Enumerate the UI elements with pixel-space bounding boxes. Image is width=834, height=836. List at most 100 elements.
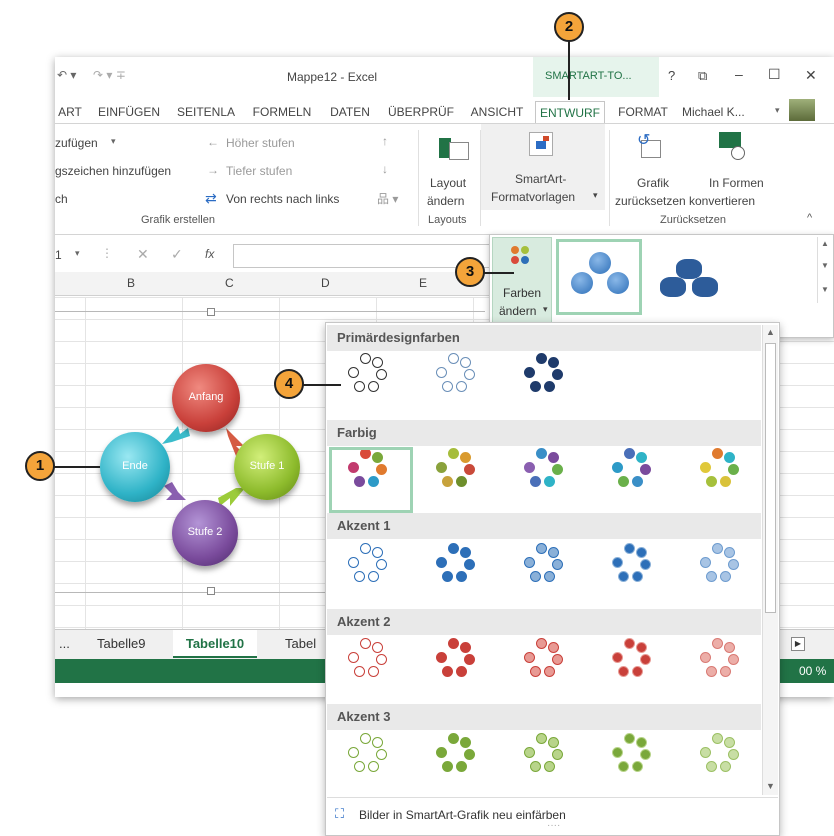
- color-swatch[interactable]: [610, 638, 660, 688]
- move-down-icon[interactable]: ↓: [382, 162, 388, 176]
- sheet-tab-tabel[interactable]: Tabel: [285, 630, 316, 658]
- enter-icon[interactable]: ✓: [171, 246, 183, 263]
- color-swatch[interactable]: [434, 543, 484, 593]
- tab-format[interactable]: FORMAT: [611, 101, 675, 123]
- swatch-dot: [712, 733, 723, 744]
- cancel-icon[interactable]: ✕: [137, 246, 149, 263]
- color-swatch[interactable]: [698, 733, 748, 783]
- ribbon-display-icon[interactable]: ⧉: [698, 68, 707, 84]
- change-colors-button[interactable]: Farben ändern ▾: [492, 237, 552, 323]
- color-swatch[interactable]: [346, 353, 396, 403]
- convert-shapes-label2[interactable]: konvertieren: [689, 194, 755, 208]
- help-icon[interactable]: ?: [668, 68, 675, 83]
- tab-daten[interactable]: DATEN: [322, 101, 378, 123]
- add-bullet-button[interactable]: gszeichen hinzufügen: [55, 164, 171, 178]
- close-icon[interactable]: ✕: [805, 67, 817, 84]
- color-swatch[interactable]: [434, 638, 484, 688]
- color-swatch[interactable]: [522, 638, 572, 688]
- swatch-dot: [464, 559, 475, 570]
- swatch-dot: [530, 476, 541, 487]
- sheet-tab-tabelle10[interactable]: Tabelle10: [173, 630, 257, 658]
- redo-icon[interactable]: ↷ ▾ ∓: [93, 68, 126, 82]
- color-swatch[interactable]: [698, 448, 748, 498]
- scroll-right-icon[interactable]: ▶: [791, 637, 805, 651]
- tab-formeln[interactable]: FORMELN: [248, 101, 316, 123]
- style-option-1[interactable]: [556, 239, 642, 315]
- rtl-button[interactable]: Von rechts nach links: [226, 192, 339, 206]
- convert-shapes-button[interactable]: In Formen: [709, 176, 764, 190]
- color-swatch[interactable]: [434, 448, 484, 498]
- fx-icon[interactable]: fx: [205, 247, 214, 261]
- chevron-down-icon[interactable]: ▾: [775, 105, 780, 116]
- promote-button[interactable]: Höher stufen: [226, 136, 295, 150]
- chevron-down-icon[interactable]: ▾: [75, 248, 80, 259]
- move-up-icon[interactable]: ↑: [382, 134, 388, 148]
- color-swatch[interactable]: [610, 543, 660, 593]
- zoom-level[interactable]: 00 %: [799, 664, 826, 678]
- color-swatch[interactable]: [610, 448, 660, 498]
- tab-ueberpruefen[interactable]: ÜBERPRÜF: [384, 101, 458, 123]
- formula-input[interactable]: [233, 244, 493, 268]
- node-anfang[interactable]: Anfang: [172, 364, 240, 432]
- reset-graphic-button[interactable]: Grafik: [637, 176, 669, 190]
- change-colors-label2: ändern: [499, 304, 537, 318]
- user-name[interactable]: Michael K...: [682, 105, 745, 119]
- color-swatch[interactable]: [698, 543, 748, 593]
- smartart-styles-button[interactable]: SmartArt- Formatvorlagen ▾: [481, 124, 605, 210]
- collapse-ribbon-icon[interactable]: ^: [807, 212, 812, 224]
- sheet-tab-more[interactable]: ...: [59, 630, 70, 658]
- scroll-up-icon[interactable]: ▲: [766, 327, 775, 337]
- undo-icon[interactable]: ↶ ▾: [57, 68, 76, 82]
- color-swatch[interactable]: [522, 733, 572, 783]
- color-swatch[interactable]: [522, 543, 572, 593]
- recolor-pictures-item[interactable]: ⛶ Bilder in SmartArt-Grafik neu einfärbe…: [327, 797, 778, 835]
- demote-button[interactable]: Tiefer stufen: [226, 164, 292, 178]
- tab-start[interactable]: ART: [55, 101, 85, 123]
- column-header-b[interactable]: B: [127, 276, 135, 290]
- avatar[interactable]: [789, 99, 815, 121]
- smartart-graphic[interactable]: Anfang Stufe 1 Stufe 2 Ende: [100, 360, 300, 566]
- layout-icon[interactable]: 品 ▾: [377, 190, 398, 207]
- swatch-dot: [530, 381, 541, 392]
- change-layout-label2[interactable]: ändern: [427, 194, 464, 208]
- color-gallery-panel: Primärdesignfarben Farbig Akzent 1 Akzen…: [325, 322, 780, 836]
- group-label-create: Grafik erstellen: [141, 214, 215, 226]
- color-swatch[interactable]: [434, 733, 484, 783]
- maximize-icon[interactable]: ☐: [768, 66, 781, 83]
- color-swatch[interactable]: [698, 638, 748, 688]
- gallery-scroll[interactable]: ▲ ▼ ▼: [817, 237, 831, 303]
- swatch-dot: [552, 369, 563, 380]
- node-stufe2[interactable]: Stufe 2: [172, 500, 238, 566]
- color-swatch[interactable]: [522, 448, 572, 498]
- color-swatch[interactable]: [346, 638, 396, 688]
- tab-einfuegen[interactable]: EINFÜGEN: [91, 101, 167, 123]
- chevron-down-icon[interactable]: ▾: [111, 136, 116, 147]
- scroll-down-icon[interactable]: ▼: [766, 781, 775, 791]
- change-layout-button[interactable]: Layout: [430, 176, 466, 190]
- color-swatch[interactable]: [346, 733, 396, 783]
- swatch-dot: [448, 543, 459, 554]
- column-header-d[interactable]: D: [321, 276, 330, 290]
- reset-graphic-label2[interactable]: zurücksetzen: [615, 194, 686, 208]
- resize-grip-icon[interactable]: ····: [547, 820, 560, 831]
- swatch-dot: [548, 737, 559, 748]
- tab-seitenlayout[interactable]: SEITENLA: [170, 101, 242, 123]
- color-swatch[interactable]: [434, 353, 484, 403]
- name-box[interactable]: 1: [55, 248, 62, 262]
- node-stufe1[interactable]: Stufe 1: [234, 434, 300, 500]
- sheet-tab-tabelle9[interactable]: Tabelle9: [97, 630, 145, 658]
- minimize-icon[interactable]: –: [735, 66, 743, 82]
- tab-ansicht[interactable]: ANSICHT: [463, 101, 531, 123]
- column-header-c[interactable]: C: [225, 276, 234, 290]
- column-header-e[interactable]: E: [419, 276, 427, 290]
- add-shape-button[interactable]: zufügen: [55, 136, 98, 150]
- node-ende[interactable]: Ende: [100, 432, 170, 502]
- text-pane-button[interactable]: ch: [55, 192, 68, 206]
- color-swatch[interactable]: [346, 543, 396, 593]
- scroll-thumb[interactable]: [765, 343, 776, 613]
- tab-entwurf[interactable]: ENTWURF: [535, 101, 605, 124]
- style-option-2[interactable]: [658, 257, 728, 307]
- panel-scrollbar[interactable]: ▲ ▼: [762, 325, 778, 795]
- color-swatch[interactable]: [522, 353, 572, 403]
- color-swatch[interactable]: [610, 733, 660, 783]
